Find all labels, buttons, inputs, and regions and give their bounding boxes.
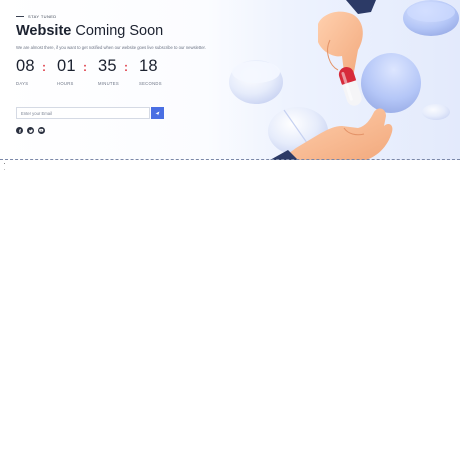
pill-shape	[361, 53, 421, 113]
divider	[0, 159, 460, 160]
hours-label: HOURS	[57, 81, 74, 86]
hand-shape	[318, 11, 363, 77]
days-label: DAYS	[16, 81, 29, 86]
twitter-icon	[28, 129, 33, 133]
countdown-seconds: 18 SECONDS	[139, 57, 162, 86]
seconds-label: SECONDS	[139, 81, 162, 86]
subscribe-button[interactable]	[151, 107, 164, 119]
minutes-value: 35	[98, 57, 117, 75]
twitter-link[interactable]	[27, 127, 34, 134]
countdown-days: 08 DAYS	[16, 57, 35, 86]
seconds-value: 18	[139, 57, 158, 75]
countdown-separator: :	[42, 60, 46, 74]
email-field[interactable]	[16, 107, 150, 119]
hero-illustration	[229, 0, 459, 160]
eyebrow-text: STAY TUNED	[28, 14, 57, 19]
title-rest: Coming Soon	[75, 23, 164, 39]
send-icon	[155, 111, 160, 115]
hand-shape	[346, 0, 376, 14]
countdown-hours: 01 HOURS	[57, 57, 76, 86]
pill-shape	[407, 2, 455, 22]
pill-shape	[422, 104, 450, 120]
minutes-label: MINUTES	[98, 81, 119, 86]
social-links	[16, 127, 45, 134]
subscribe-form	[16, 107, 164, 120]
facebook-link[interactable]	[16, 127, 23, 134]
pill-shape	[232, 61, 280, 83]
title-bold: Website	[16, 23, 72, 39]
countdown: 08 DAYS : 01 HOURS : 35 MINUTES : 18 SEC…	[16, 57, 176, 87]
countdown-separator: :	[83, 60, 87, 74]
artifact-dot	[4, 163, 5, 164]
countdown-minutes: 35 MINUTES	[98, 57, 119, 86]
youtube-link[interactable]	[38, 127, 45, 134]
countdown-separator: :	[124, 60, 128, 74]
facebook-icon	[18, 128, 21, 133]
hours-value: 01	[57, 57, 76, 75]
days-value: 08	[16, 57, 35, 75]
artifact-dot	[4, 169, 5, 170]
eyebrow-line	[16, 16, 24, 17]
hero-section: STAY TUNED Website Coming Soon We are al…	[0, 0, 460, 160]
youtube-icon	[39, 129, 44, 132]
